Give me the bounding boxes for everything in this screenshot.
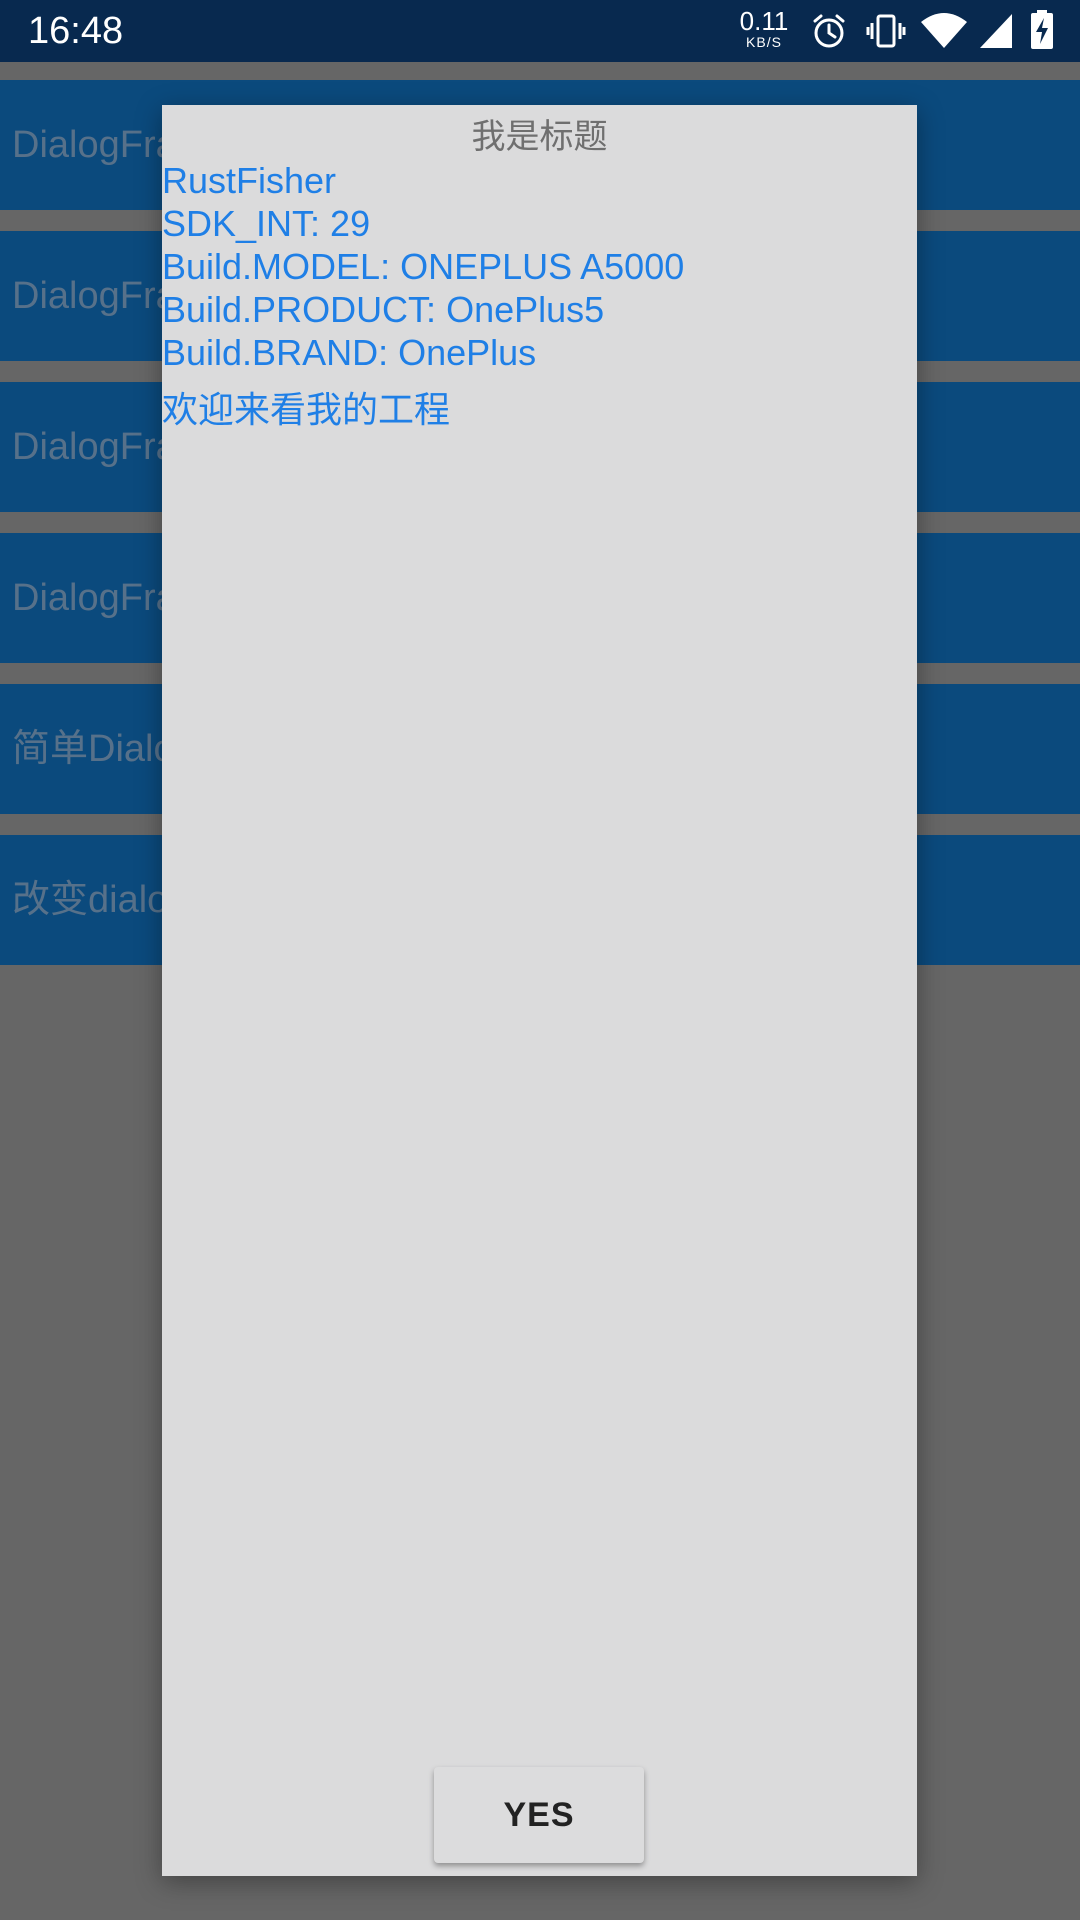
signal-icon	[980, 14, 1012, 48]
yes-button[interactable]: YES	[434, 1767, 644, 1863]
vibrate-icon	[866, 14, 906, 48]
network-speed: 0.11 KB/S	[736, 8, 792, 50]
dialog-title: 我是标题	[471, 117, 608, 157]
status-bar: 16:48 0.11 KB/S	[0, 0, 1080, 62]
battery-charging-icon	[1031, 10, 1053, 49]
device-info: RustFisher SDK_INT: 29 Build.MODEL: ONEP…	[162, 159, 684, 374]
info-line-build-model: Build.MODEL: ONEPLUS A5000	[162, 246, 685, 287]
network-speed-value: 0.11	[739, 6, 789, 36]
status-time: 16:48	[28, 10, 124, 52]
screen: DialogFra DialogFra DialogFra DialogFra …	[0, 0, 1080, 1920]
info-line-author: RustFisher	[162, 160, 337, 201]
network-speed-unit: KB/S	[746, 34, 782, 50]
dialog: 我是标题 RustFisher SDK_INT: 29 Build.MODEL:…	[162, 105, 917, 1876]
wifi-icon	[921, 13, 967, 48]
alarm-icon	[813, 14, 845, 48]
welcome-text: 欢迎来看我的工程	[162, 390, 451, 431]
info-line-sdk-int: SDK_INT: 29	[162, 203, 371, 244]
info-line-build-brand: Build.BRAND: OnePlus	[162, 332, 537, 373]
info-line-build-product: Build.PRODUCT: OnePlus5	[162, 289, 605, 330]
